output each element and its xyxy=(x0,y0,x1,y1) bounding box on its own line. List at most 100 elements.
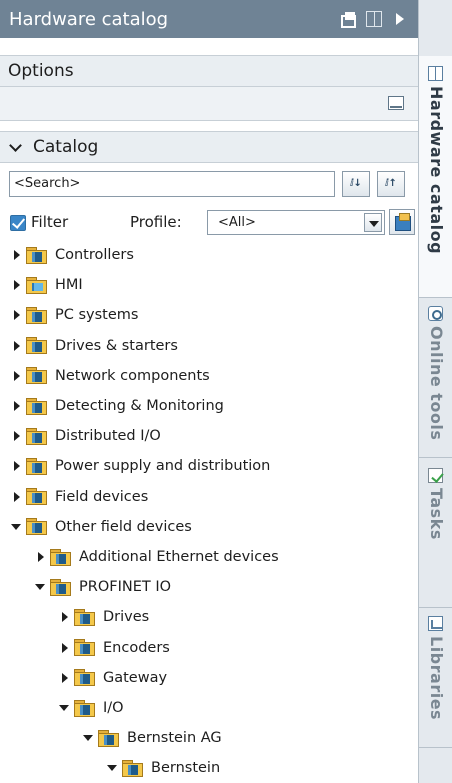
tree-item[interactable]: PROFINET IO xyxy=(0,572,418,602)
expand-down-arrow-icon[interactable] xyxy=(82,731,96,745)
device-glyph-icon xyxy=(56,553,66,564)
folder-icon xyxy=(26,488,47,506)
tree-item-label: Controllers xyxy=(55,247,134,263)
tree-item-label: Drives & starters xyxy=(55,337,178,354)
expand-down-arrow-icon[interactable] xyxy=(10,520,24,534)
search-down-button[interactable]: ⅈ↓ xyxy=(342,171,370,197)
tree-item[interactable]: Gateway xyxy=(0,663,418,693)
expand-right-arrow-icon[interactable] xyxy=(58,671,72,685)
side-tab-label: Online tools xyxy=(427,326,446,441)
expand-right-arrow-icon[interactable] xyxy=(10,369,24,383)
expand-right-arrow-icon[interactable] xyxy=(10,339,24,353)
catalog-section-header[interactable]: Catalog xyxy=(0,131,418,163)
expand-right-arrow-icon[interactable] xyxy=(58,610,72,624)
tree-item[interactable]: Field devices xyxy=(0,482,418,512)
tree-item[interactable]: HMI xyxy=(0,270,418,300)
expand-down-arrow-icon[interactable] xyxy=(34,580,48,594)
tree-item-label: HMI xyxy=(55,277,83,294)
folder-icon xyxy=(26,246,47,264)
folder-icon xyxy=(26,306,47,324)
split-view-icon[interactable] xyxy=(366,11,382,27)
side-tab-label: Hardware catalog xyxy=(427,86,446,255)
tree-item-label: Additional Ethernet devices xyxy=(79,549,279,565)
tree-item[interactable]: Other field devices xyxy=(0,512,418,542)
filter-label: Filter xyxy=(31,213,69,231)
folder-icon xyxy=(74,669,95,687)
collapse-arrow-icon[interactable] xyxy=(392,11,408,27)
tree-item-label: Power supply and distribution xyxy=(55,458,271,475)
tree-item[interactable]: I/O xyxy=(0,693,418,723)
tree-item-label: Network components xyxy=(55,367,210,384)
tasks-icon xyxy=(428,468,443,483)
expand-right-arrow-icon[interactable] xyxy=(10,490,24,504)
hardware-catalog-icon xyxy=(428,66,443,81)
expand-right-arrow-icon[interactable] xyxy=(10,248,24,262)
device-glyph-icon xyxy=(80,613,90,624)
expand-right-arrow-icon[interactable] xyxy=(10,459,24,473)
device-glyph-icon xyxy=(128,764,138,775)
side-tab[interactable]: Tasks xyxy=(419,458,452,608)
expand-right-arrow-icon[interactable] xyxy=(10,399,24,413)
device-glyph-icon xyxy=(32,251,42,262)
profile-select[interactable]: <All> xyxy=(207,210,385,235)
expand-right-arrow-icon[interactable] xyxy=(34,550,48,564)
tree-item-label: PROFINET IO xyxy=(79,579,172,596)
search-up-button[interactable]: ⅈ↑ xyxy=(377,171,405,197)
chevron-down-icon[interactable] xyxy=(364,213,382,232)
tree-item-label: Bernstein xyxy=(151,760,221,777)
device-glyph-icon xyxy=(80,674,90,685)
folder-icon xyxy=(74,608,95,626)
side-tab-label: Tasks xyxy=(427,488,446,540)
online-tools-icon xyxy=(428,306,443,321)
tree-item[interactable]: Encoders xyxy=(0,633,418,663)
tree-item[interactable]: Detecting & Monitoring xyxy=(0,391,418,421)
expand-down-arrow-icon[interactable] xyxy=(58,701,72,715)
tree-item[interactable]: Drives xyxy=(0,602,418,632)
search-row: <Search> ⅈ↓ ⅈ↑ xyxy=(0,169,418,199)
tree-item[interactable]: Additional Ethernet devices xyxy=(0,542,418,572)
folder-icon xyxy=(74,699,95,717)
folder-icon xyxy=(50,548,71,566)
filter-checkbox[interactable] xyxy=(10,215,26,231)
folder-icon xyxy=(50,578,71,596)
filter-row: Filter Profile: <All> xyxy=(0,207,418,237)
expand-down-arrow-icon[interactable] xyxy=(106,761,120,775)
tree-item[interactable]: PC systems xyxy=(0,300,418,330)
expand-right-arrow-icon[interactable] xyxy=(10,278,24,292)
side-tab[interactable]: Libraries xyxy=(419,608,452,748)
tree-item[interactable]: Distributed I/O xyxy=(0,421,418,451)
folder-icon xyxy=(98,729,119,747)
device-glyph-icon xyxy=(32,311,42,322)
folder-icon xyxy=(26,397,47,415)
profile-settings-icon[interactable] xyxy=(389,209,415,235)
options-toggle-icon[interactable] xyxy=(388,96,404,110)
chevron-down-icon[interactable] xyxy=(9,140,23,154)
expand-right-arrow-icon[interactable] xyxy=(10,429,24,443)
device-glyph-icon xyxy=(56,583,66,594)
tree-item[interactable]: Power supply and distribution xyxy=(0,451,418,481)
libraries-icon xyxy=(428,616,443,631)
options-section-header[interactable]: Options xyxy=(0,55,418,87)
side-tab[interactable]: Online tools xyxy=(419,298,452,458)
search-input[interactable]: <Search> xyxy=(9,171,335,197)
tree-item[interactable]: Bernstein AG xyxy=(0,723,418,753)
device-glyph-icon xyxy=(104,734,114,745)
folder-icon xyxy=(26,427,47,445)
expand-right-arrow-icon[interactable] xyxy=(10,308,24,322)
hmi-folder-icon xyxy=(26,276,47,294)
float-window-icon[interactable] xyxy=(340,11,356,28)
side-tab[interactable]: Hardware catalog xyxy=(419,56,452,298)
tree-item[interactable]: Network components xyxy=(0,361,418,391)
panel-title: Hardware catalog xyxy=(9,8,169,30)
expand-right-arrow-icon[interactable] xyxy=(58,641,72,655)
device-glyph-icon xyxy=(32,432,42,443)
tree-item[interactable]: Drives & starters xyxy=(0,331,418,361)
tree-item-label: Distributed I/O xyxy=(55,428,161,445)
tree-item-label: Encoders xyxy=(103,639,170,656)
panel-title-bar: Hardware catalog xyxy=(0,0,418,38)
tree-item[interactable]: Controllers xyxy=(0,240,418,270)
device-glyph-icon xyxy=(32,493,42,504)
tree-item[interactable]: Bernstein xyxy=(0,753,418,783)
folder-icon xyxy=(26,367,47,385)
folder-icon xyxy=(122,759,143,777)
